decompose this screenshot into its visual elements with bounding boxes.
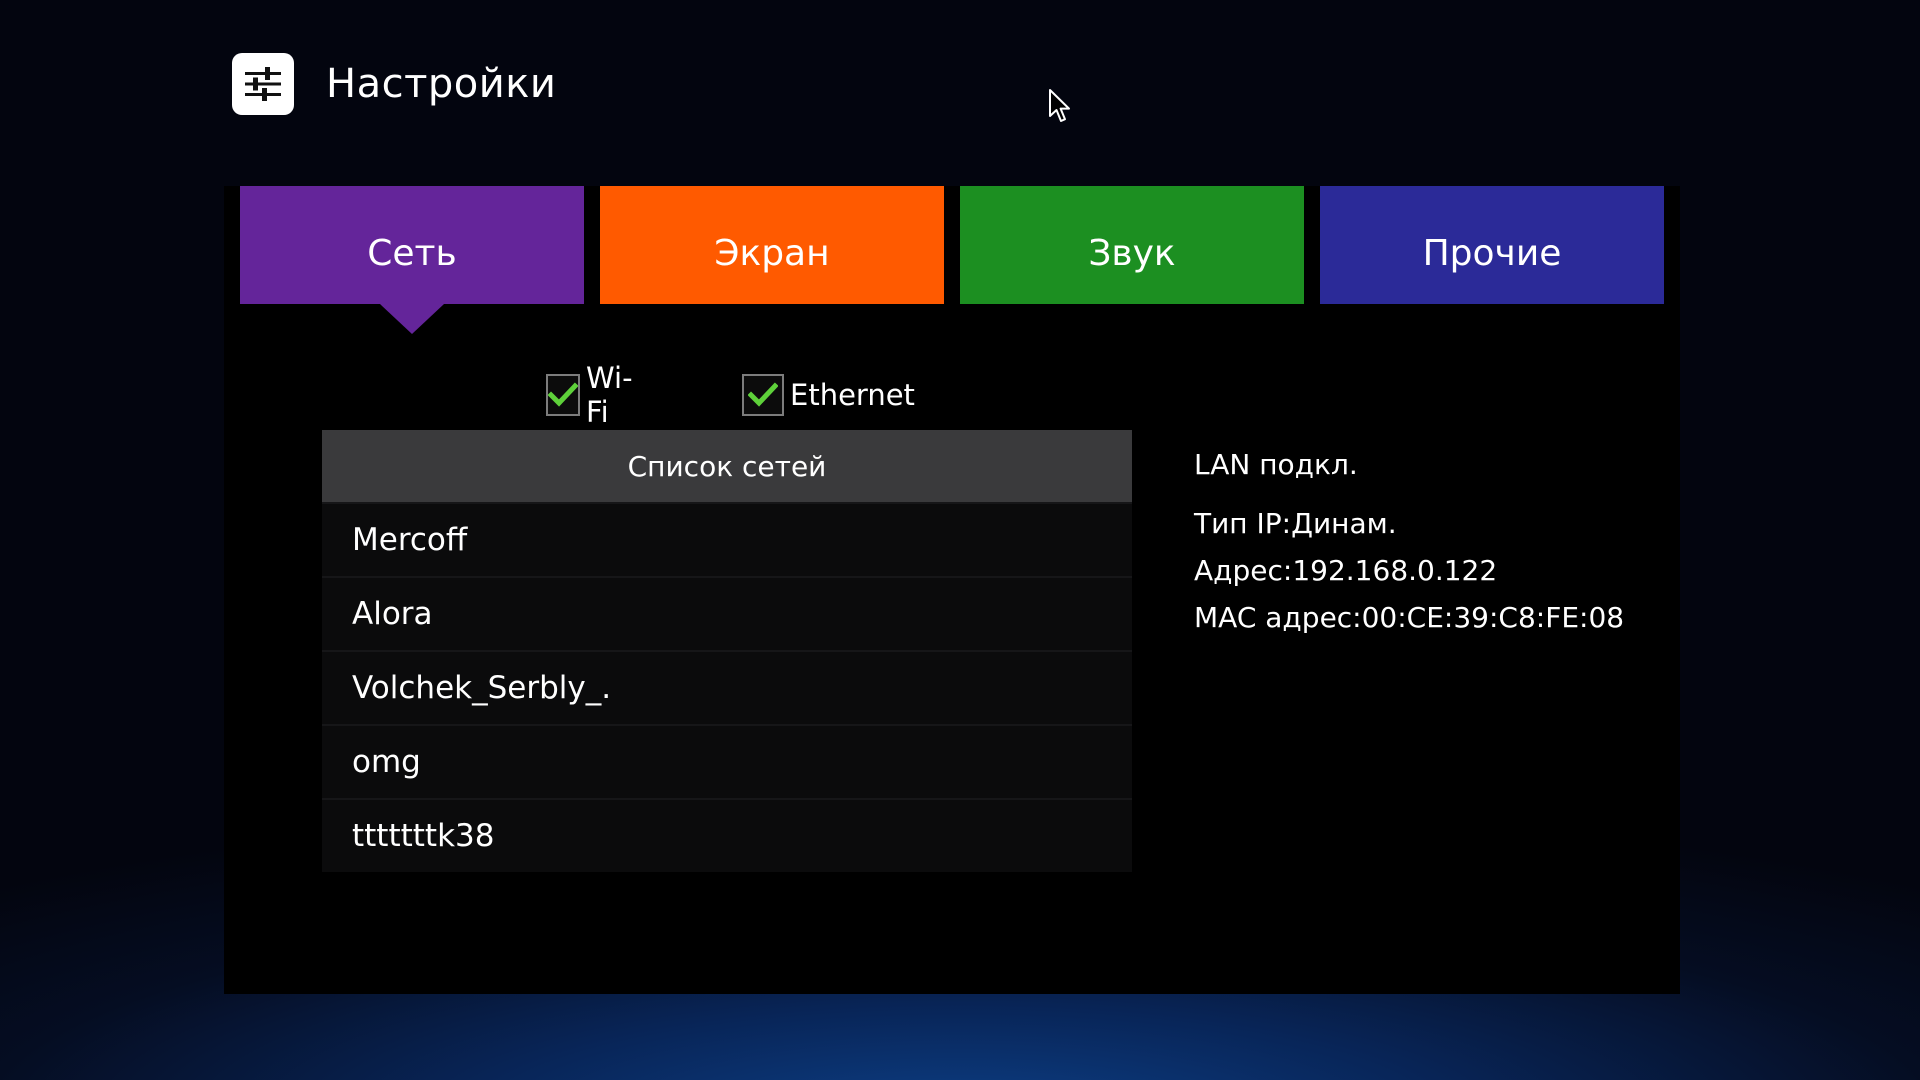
wifi-label: Wi-Fi xyxy=(586,361,633,429)
app-header: Настройки xyxy=(232,52,556,116)
tab-network-label: Сеть xyxy=(367,232,457,274)
tab-other-label: Прочие xyxy=(1422,232,1562,274)
ethernet-checkbox[interactable]: Ethernet xyxy=(742,372,915,418)
ip-type: Тип IP:Динам. xyxy=(1194,507,1397,540)
tab-bar: Сеть Экран Звук Прочие xyxy=(240,186,1664,334)
checkmark-icon xyxy=(748,382,778,407)
tab-sound-label: Звук xyxy=(1088,232,1176,274)
tab-sound[interactable]: Звук xyxy=(960,186,1304,304)
ethernet-label: Ethernet xyxy=(790,378,915,412)
mac-address: MAC адрес:00:CE:39:C8:FE:08 xyxy=(1194,601,1625,634)
tab-screen-label: Экран xyxy=(714,232,830,274)
tab-screen[interactable]: Экран xyxy=(600,186,944,304)
checkmark-icon xyxy=(548,382,578,407)
tab-network[interactable]: Сеть xyxy=(240,186,584,334)
network-item[interactable]: tttttttk38 xyxy=(322,798,1132,872)
network-list-header: Список сетей xyxy=(322,430,1132,502)
connection-status: LAN подкл. xyxy=(1194,448,1358,481)
wifi-check-box[interactable] xyxy=(546,374,580,416)
ethernet-check-box[interactable] xyxy=(742,374,784,416)
tab-other[interactable]: Прочие xyxy=(1320,186,1664,304)
network-item[interactable]: Mercoff xyxy=(322,502,1132,576)
network-item[interactable]: Volchek_Serbly_. xyxy=(322,650,1132,724)
ip-address: Адрес:192.168.0.122 xyxy=(1194,554,1498,587)
network-list: Список сетей Mercoff Alora Volchek_Serbl… xyxy=(322,430,1132,872)
settings-panel: Сеть Экран Звук Прочие Wi-Fi Ethernet Сп… xyxy=(224,186,1680,994)
wifi-checkbox[interactable]: Wi-Fi xyxy=(546,361,641,429)
connection-info: LAN подкл. Тип IP:Динам. Адрес:192.168.0… xyxy=(1194,448,1654,634)
active-tab-pointer xyxy=(380,304,444,334)
page-title: Настройки xyxy=(326,61,557,107)
mouse-cursor-icon xyxy=(1049,89,1070,122)
network-item[interactable]: omg xyxy=(322,724,1132,798)
network-item[interactable]: Alora xyxy=(322,576,1132,650)
sliders-icon xyxy=(232,53,294,115)
